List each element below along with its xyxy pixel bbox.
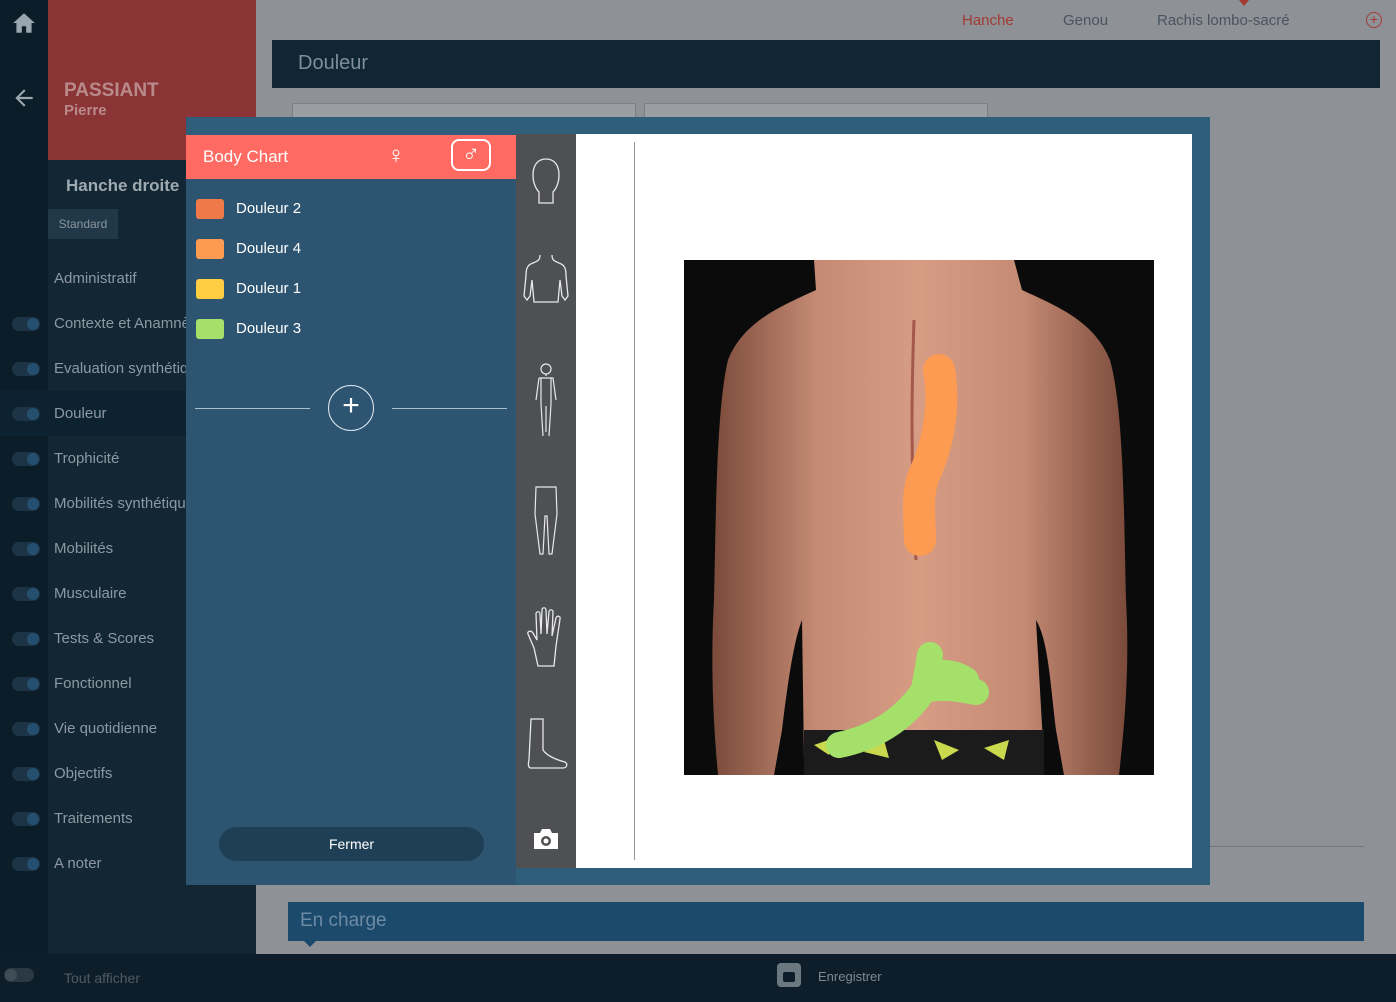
notch	[304, 941, 316, 947]
sidebar-item-label: Contexte et Anamnèse	[54, 315, 206, 332]
sidebar-item-label: Mobilités synthétiques	[54, 495, 202, 512]
body-chart-header: Body Chart ♀ ♂	[186, 135, 516, 179]
sidebar-item-label: Musculaire	[54, 585, 127, 602]
floppy-disk-icon[interactable]	[777, 963, 801, 987]
pain-item-douleur-1[interactable]: Douleur 1	[196, 277, 496, 301]
home-icon[interactable]	[10, 10, 38, 38]
drawing-canvas[interactable]	[576, 134, 1192, 868]
pain-label: Douleur 1	[236, 280, 302, 297]
pain-color-swatch	[196, 279, 224, 299]
sidebar-item-label: Fonctionnel	[54, 675, 132, 692]
section-toggle[interactable]	[12, 677, 40, 691]
section-title: Douleur	[298, 52, 369, 74]
section-toggle[interactable]	[12, 632, 40, 646]
camera-icon[interactable]	[516, 824, 576, 854]
section-toggle[interactable]	[12, 587, 40, 601]
sidebar-item-label: Mobilités	[54, 540, 114, 557]
body-region-toolbar	[516, 134, 576, 868]
canvas-divider	[634, 142, 635, 860]
sidebar-item-label: Vie quotidienne	[54, 720, 158, 737]
section-toggle[interactable]	[12, 722, 40, 736]
sidebar-item-label: Traitements	[54, 810, 133, 827]
section-toggle[interactable]	[12, 542, 40, 556]
en-charge-label: En charge	[300, 910, 387, 931]
tab-standard[interactable]: Standard	[48, 209, 118, 239]
pain-color-swatch	[196, 239, 224, 259]
add-pain-button[interactable]: +	[328, 385, 374, 431]
pain-color-swatch	[196, 199, 224, 219]
pain-item-douleur-2[interactable]: Douleur 2	[196, 197, 496, 221]
pain-color-swatch	[196, 319, 224, 339]
section-toggle[interactable]	[12, 812, 40, 826]
plus-icon: +	[342, 389, 360, 422]
legs-icon[interactable]	[516, 484, 576, 558]
tab-rachis-lombo-sacre[interactable]: Rachis lombo-sacré	[1157, 12, 1290, 29]
section-header: Douleur	[272, 40, 1380, 88]
save-button[interactable]: Enregistrer	[818, 969, 882, 984]
section-toggle[interactable]	[12, 857, 40, 871]
sidebar-item-label: Administratif	[54, 270, 137, 287]
section-toggle[interactable]	[12, 497, 40, 511]
patient-back-photo[interactable]	[684, 260, 1154, 775]
patient-first-name: Pierre	[64, 102, 107, 119]
head-icon[interactable]	[516, 156, 576, 206]
section-toggle[interactable]	[12, 362, 40, 376]
top-tabs: Hanche Genou Rachis lombo-sacré +	[256, 0, 1396, 40]
section-toggle[interactable]	[12, 407, 40, 421]
pain-label: Douleur 2	[236, 200, 302, 217]
sidebar-item-label: Tests & Scores	[54, 630, 155, 647]
pain-label: Douleur 4	[236, 240, 302, 257]
bottom-bar: Tout afficher Enregistrer	[0, 954, 1396, 1002]
close-button[interactable]: Fermer	[219, 827, 484, 861]
tab-genou[interactable]: Genou	[1063, 12, 1108, 29]
full-body-icon[interactable]	[516, 362, 576, 440]
female-symbol-icon[interactable]: ♀	[386, 141, 406, 171]
section-toggle[interactable]	[12, 452, 40, 466]
male-symbol-icon[interactable]: ♂	[451, 139, 491, 171]
show-all-toggle[interactable]	[4, 968, 34, 982]
hand-icon[interactable]	[516, 604, 576, 670]
body-chart-modal: Body Chart ♀ ♂ Douleur 2 Douleur 4 Doule…	[186, 117, 1210, 885]
torso-icon[interactable]	[516, 252, 576, 308]
plus-circle-icon[interactable]: +	[1366, 12, 1382, 28]
show-all-label: Tout afficher	[64, 970, 141, 986]
pain-item-douleur-3[interactable]: Douleur 3	[196, 317, 496, 341]
section-toggle[interactable]	[12, 317, 40, 331]
foot-icon[interactable]	[516, 716, 576, 772]
sidebar-title: Hanche droite	[66, 176, 180, 195]
section-toggle[interactable]	[12, 767, 40, 781]
sidebar-item-label: A noter	[54, 855, 102, 872]
sidebar-item-label: Douleur	[54, 405, 107, 422]
sidebar-item-label: Objectifs	[54, 765, 113, 782]
sidebar-item-label: Trophicité	[54, 450, 120, 467]
active-tab-caret	[1239, 0, 1249, 6]
divider	[1210, 846, 1364, 847]
pain-label: Douleur 3	[236, 320, 302, 337]
divider	[195, 408, 310, 409]
sidebar-item-label: Evaluation synthétique	[54, 360, 205, 377]
divider	[392, 408, 507, 409]
pain-list-pane: Body Chart ♀ ♂ Douleur 2 Douleur 4 Doule…	[186, 135, 516, 885]
en-charge-bar[interactable]: En charge	[288, 902, 1364, 947]
pain-item-douleur-4[interactable]: Douleur 4	[196, 237, 496, 261]
modal-title: Body Chart	[203, 147, 289, 166]
arrow-left-icon[interactable]	[10, 85, 38, 113]
patient-last-name: PASSIANT	[64, 80, 159, 101]
tab-hanche[interactable]: Hanche	[962, 12, 1014, 29]
